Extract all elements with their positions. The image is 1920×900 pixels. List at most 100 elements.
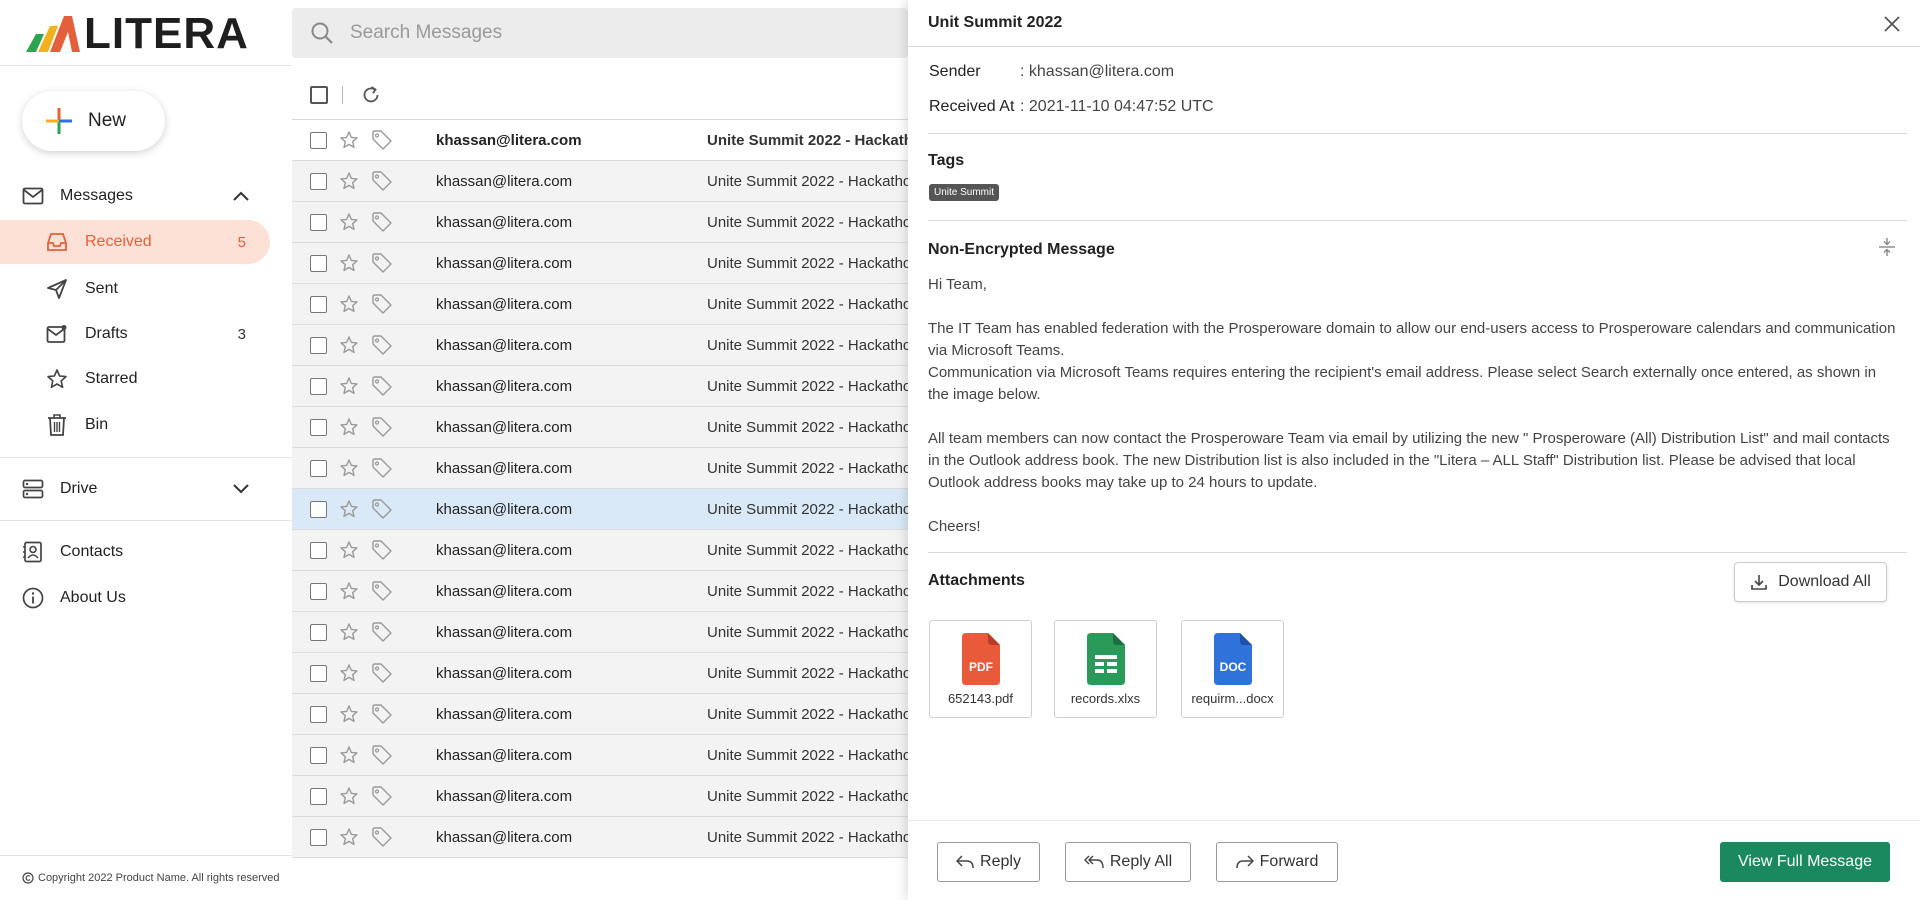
tag-icon[interactable] xyxy=(371,580,393,602)
star-icon[interactable] xyxy=(339,745,359,765)
row-checkbox[interactable] xyxy=(310,295,327,313)
attachment-pdf[interactable]: PDF 652143.pdf xyxy=(929,620,1032,718)
sidebar-item-received[interactable]: Received 5 xyxy=(0,220,270,264)
star-icon[interactable] xyxy=(339,294,359,314)
select-all-checkbox[interactable] xyxy=(310,85,328,104)
messages-section-toggle[interactable]: Messages xyxy=(0,176,292,216)
star-icon[interactable] xyxy=(339,335,359,355)
star-icon[interactable] xyxy=(339,499,359,519)
search-input[interactable] xyxy=(350,22,870,44)
star-icon[interactable] xyxy=(339,622,359,642)
row-checkbox[interactable] xyxy=(310,336,327,354)
row-checkbox[interactable] xyxy=(310,623,327,641)
app: LITERA New Messages Received 5 Sent Draf… xyxy=(0,0,1920,900)
table-row[interactable]: khassan@litera.com Unite Summit 2022 - Ha… xyxy=(292,612,908,653)
sidebar-item-starred[interactable]: Starred xyxy=(0,357,270,401)
tag-icon[interactable] xyxy=(371,826,393,848)
tag-icon[interactable] xyxy=(371,293,393,315)
star-icon[interactable] xyxy=(339,417,359,437)
row-checkbox[interactable] xyxy=(310,541,327,559)
star-icon[interactable] xyxy=(339,130,359,150)
table-row[interactable]: khassan@litera.com Unite Summit 2022 - Ha… xyxy=(292,120,908,161)
tag-icon[interactable] xyxy=(371,621,393,643)
tag-icon[interactable] xyxy=(371,539,393,561)
tag-icon[interactable] xyxy=(371,211,393,233)
row-checkbox[interactable] xyxy=(310,746,327,764)
row-checkbox[interactable] xyxy=(310,705,327,723)
row-checkbox[interactable] xyxy=(310,131,327,149)
view-full-message-button[interactable]: View Full Message xyxy=(1720,842,1890,882)
download-all-button[interactable]: Download All xyxy=(1734,562,1887,602)
table-row[interactable]: khassan@litera.com Unite Summit 2022 - Ha… xyxy=(292,489,908,530)
sidebar-item-sent[interactable]: Sent xyxy=(0,267,270,311)
tag-icon[interactable] xyxy=(371,170,393,192)
new-button[interactable]: New xyxy=(22,91,165,151)
star-icon[interactable] xyxy=(339,171,359,191)
refresh-icon[interactable] xyxy=(361,85,381,105)
table-row[interactable]: khassan@litera.com Unite Summit 2022 - Ha… xyxy=(292,694,908,735)
attachment-docx[interactable]: DOC requirm...docx xyxy=(1181,620,1284,718)
row-checkbox[interactable] xyxy=(310,664,327,682)
sidebar-item-bin[interactable]: Bin xyxy=(0,403,270,447)
table-row[interactable]: khassan@litera.com Unite Summit 2022 - Ha… xyxy=(292,735,908,776)
reply-all-button[interactable]: Reply All xyxy=(1065,842,1191,882)
table-row[interactable]: khassan@litera.com Unite Summit 2022 - Ha… xyxy=(292,817,908,858)
tag-icon[interactable] xyxy=(371,375,393,397)
close-icon[interactable] xyxy=(1882,14,1902,34)
row-checkbox[interactable] xyxy=(310,172,327,190)
mail-icon xyxy=(22,185,44,207)
forward-button[interactable]: Forward xyxy=(1216,842,1338,882)
star-icon[interactable] xyxy=(339,376,359,396)
star-icon[interactable] xyxy=(339,458,359,478)
row-checkbox[interactable] xyxy=(310,787,327,805)
star-icon[interactable] xyxy=(339,827,359,847)
table-row[interactable]: khassan@litera.com Unite Summit 2022 - Ha… xyxy=(292,448,908,489)
table-row[interactable]: khassan@litera.com Unite Summit 2022 - Ha… xyxy=(292,284,908,325)
table-row[interactable]: khassan@litera.com Unite Summit 2022 - Ha… xyxy=(292,776,908,817)
row-checkbox[interactable] xyxy=(310,459,327,477)
star-icon[interactable] xyxy=(339,540,359,560)
table-row[interactable]: khassan@litera.com Unite Summit 2022 - Ha… xyxy=(292,653,908,694)
sidebar-item-about[interactable]: About Us xyxy=(0,578,292,618)
table-row[interactable]: khassan@litera.com Unite Summit 2022 - Ha… xyxy=(292,243,908,284)
reply-button[interactable]: Reply xyxy=(937,842,1040,882)
table-row[interactable]: khassan@litera.com Unite Summit 2022 - Ha… xyxy=(292,161,908,202)
tag-icon[interactable] xyxy=(371,703,393,725)
row-checkbox[interactable] xyxy=(310,828,327,846)
collapse-icon[interactable] xyxy=(1876,236,1898,258)
received-label: Received At xyxy=(929,98,1015,115)
tag-icon[interactable] xyxy=(371,416,393,438)
row-checkbox[interactable] xyxy=(310,213,327,231)
drive-section-toggle[interactable]: Drive xyxy=(0,469,292,509)
sidebar-item-contacts[interactable]: Contacts xyxy=(0,532,292,572)
table-row[interactable]: khassan@litera.com Unite Summit 2022 - Ha… xyxy=(292,571,908,612)
tag-icon[interactable] xyxy=(371,662,393,684)
star-icon[interactable] xyxy=(339,704,359,724)
tag-chip[interactable]: Unite Summit xyxy=(929,184,1000,201)
table-row[interactable]: khassan@litera.com Unite Summit 2022 - Ha… xyxy=(292,202,908,243)
tag-icon[interactable] xyxy=(371,334,393,356)
star-icon[interactable] xyxy=(339,786,359,806)
row-checkbox[interactable] xyxy=(310,377,327,395)
table-row[interactable]: khassan@litera.com Unite Summit 2022 - Ha… xyxy=(292,366,908,407)
table-row[interactable]: khassan@litera.com Unite Summit 2022 - Ha… xyxy=(292,530,908,571)
table-row[interactable]: khassan@litera.com Unite Summit 2022 - Ha… xyxy=(292,325,908,366)
row-checkbox[interactable] xyxy=(310,500,327,518)
tag-icon[interactable] xyxy=(371,744,393,766)
tag-icon[interactable] xyxy=(371,498,393,520)
star-icon[interactable] xyxy=(339,663,359,683)
row-checkbox[interactable] xyxy=(310,582,327,600)
attachment-xlsx[interactable]: records.xlxs xyxy=(1054,620,1157,718)
sender-label: Sender xyxy=(929,63,981,80)
tag-icon[interactable] xyxy=(371,785,393,807)
star-icon[interactable] xyxy=(339,212,359,232)
table-row[interactable]: khassan@litera.com Unite Summit 2022 - Ha… xyxy=(292,407,908,448)
tag-icon[interactable] xyxy=(371,252,393,274)
row-checkbox[interactable] xyxy=(310,254,327,272)
star-icon[interactable] xyxy=(339,253,359,273)
row-checkbox[interactable] xyxy=(310,418,327,436)
star-icon[interactable] xyxy=(339,581,359,601)
tag-icon[interactable] xyxy=(371,129,393,151)
tag-icon[interactable] xyxy=(371,457,393,479)
sidebar-item-drafts[interactable]: Drafts 3 xyxy=(0,312,270,356)
